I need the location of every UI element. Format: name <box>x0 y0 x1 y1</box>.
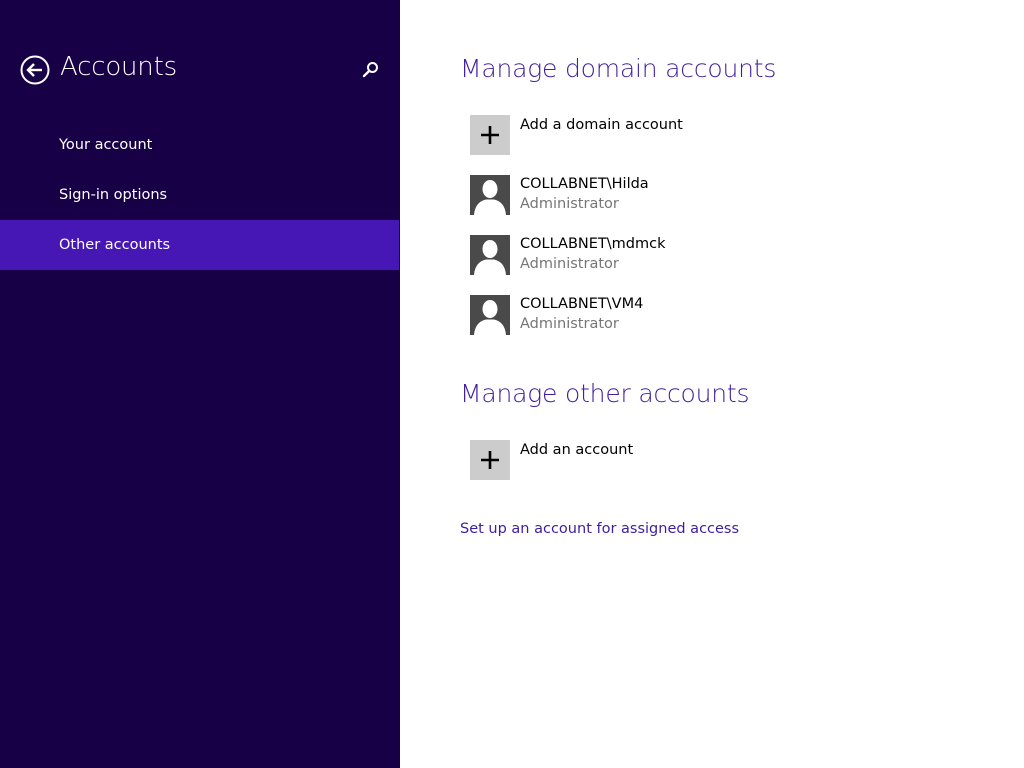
add-tile <box>470 440 510 480</box>
account-role: Administrator <box>520 256 619 272</box>
add-account-button[interactable]: Add an account <box>470 440 870 482</box>
plus-icon <box>481 451 499 469</box>
add-account-label: Add an account <box>520 442 634 458</box>
back-button[interactable] <box>20 55 50 85</box>
domain-section-title: Manage domain accounts <box>460 54 777 83</box>
account-name: COLLABNET\VM4 <box>520 296 644 312</box>
account-role: Administrator <box>520 316 619 332</box>
sidebar-nav: Your account Sign-in options Other accou… <box>0 120 399 270</box>
avatar <box>470 235 510 275</box>
sidebar-item-other-accounts[interactable]: Other accounts <box>0 220 399 270</box>
account-name: COLLABNET\Hilda <box>520 176 649 192</box>
back-arrow-icon <box>20 55 50 85</box>
user-icon <box>474 300 506 335</box>
account-item[interactable]: COLLABNET\Hilda Administrator <box>470 175 870 217</box>
page-title: Accounts <box>60 52 177 82</box>
account-item[interactable]: COLLABNET\VM4 Administrator <box>470 295 870 337</box>
sidebar: Accounts Your account Sign-in options Ot… <box>0 0 400 768</box>
add-domain-account-label: Add a domain account <box>520 117 683 133</box>
sidebar-item-label: Other accounts <box>59 237 171 253</box>
add-domain-account-button[interactable]: Add a domain account <box>470 115 870 157</box>
plus-icon <box>481 126 499 144</box>
sidebar-item-label: Your account <box>59 137 153 153</box>
user-icon <box>474 180 506 215</box>
assigned-access-link[interactable]: Set up an account for assigned access <box>460 521 739 537</box>
account-role: Administrator <box>520 196 619 212</box>
add-tile <box>470 115 510 155</box>
account-item[interactable]: COLLABNET\mdmck Administrator <box>470 235 870 277</box>
settings-window: Accounts Your account Sign-in options Ot… <box>0 0 1024 768</box>
sidebar-item-label: Sign-in options <box>59 187 168 203</box>
other-section-title: Manage other accounts <box>460 379 750 408</box>
avatar <box>470 295 510 335</box>
avatar <box>470 175 510 215</box>
search-icon <box>362 62 378 78</box>
main-content: Manage domain accounts Add a domain acco… <box>400 0 1024 768</box>
sidebar-item-your-account[interactable]: Your account <box>0 120 399 170</box>
search-button[interactable] <box>361 60 381 80</box>
account-name: COLLABNET\mdmck <box>520 236 666 252</box>
user-icon <box>474 240 506 275</box>
sidebar-item-sign-in-options[interactable]: Sign-in options <box>0 170 399 220</box>
